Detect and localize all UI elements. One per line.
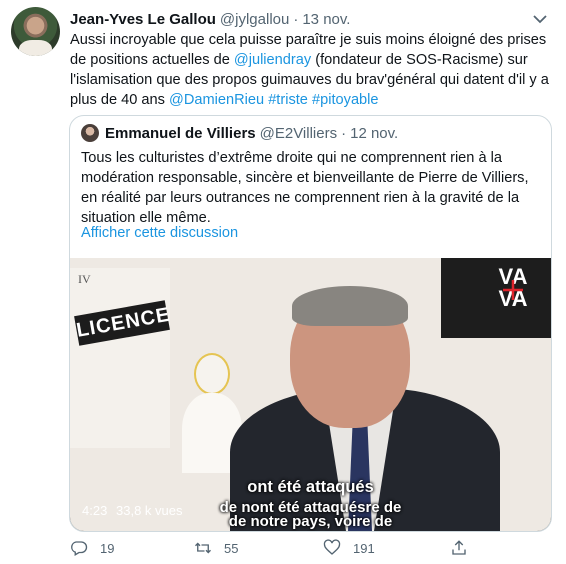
share-icon: [452, 540, 466, 555]
quoted-tweet[interactable]: Emmanuel de Villiers @E2Villiers · 12 no…: [69, 115, 552, 532]
quoted-author-name: Emmanuel de Villiers: [105, 124, 256, 142]
chevron-down-icon[interactable]: [530, 11, 550, 27]
quoted-tweet-header: Emmanuel de Villiers @E2Villiers · 12 no…: [81, 123, 398, 143]
separator-dot: ·: [341, 124, 347, 142]
quoted-author-avatar: [81, 124, 99, 142]
video-views: 33,8 k vues: [116, 503, 183, 518]
retweet-button[interactable]: 55: [194, 538, 238, 558]
tweet-header: Jean-Yves Le Gallou @jylgallou · 13 nov.: [70, 9, 350, 29]
quoted-author-handle: @E2Villiers: [259, 124, 338, 142]
poster-image: IV LICENCE: [70, 268, 172, 448]
speaker-hair: [292, 286, 408, 326]
hashtag-link[interactable]: #pitoyable: [312, 92, 379, 108]
video-duration: 4:23: [82, 503, 108, 518]
video-player[interactable]: IV LICENCE VA VA ont été attaqués de non…: [70, 258, 551, 531]
author-avatar[interactable]: [11, 7, 60, 56]
show-thread-link[interactable]: Afficher cette discussion: [81, 225, 238, 241]
reply-count: 19: [100, 540, 115, 556]
like-button[interactable]: 191: [323, 538, 375, 558]
quoted-tweet-date: 12 nov.: [350, 124, 399, 142]
retweet-count: 55: [224, 540, 239, 556]
author-name[interactable]: Jean-Yves Le Gallou: [70, 11, 216, 28]
reply-icon: [71, 541, 88, 556]
author-handle[interactable]: @jylgallou: [220, 11, 289, 28]
poster-numeral: IV: [78, 272, 91, 286]
heart-icon: [323, 539, 341, 555]
mention-link[interactable]: @DamienRieu: [169, 92, 264, 108]
tweet[interactable]: Jean-Yves Le Gallou @jylgallou · 13 nov.…: [0, 0, 566, 564]
reply-button[interactable]: 19: [70, 538, 114, 558]
mention-link[interactable]: @juliendray: [234, 52, 311, 68]
retweet-icon: [195, 542, 211, 554]
tweet-actions: 19 55 191: [70, 538, 490, 558]
quoted-tweet-text: Tous les culturistes d’extrême droite qu…: [81, 150, 529, 226]
share-button[interactable]: [450, 538, 480, 558]
channel-logo: VA VA: [483, 266, 543, 314]
poster-word: LICENCE: [74, 300, 172, 346]
separator-dot: ·: [293, 10, 299, 28]
hashtag-link[interactable]: #triste: [268, 92, 308, 108]
tweet-date[interactable]: 13 nov.: [302, 11, 350, 28]
video-subtitle: ont été attaqués: [247, 478, 374, 496]
tweet-text: Aussi incroyable que cela puisse paraîtr…: [70, 30, 560, 110]
like-count: 191: [353, 540, 375, 556]
